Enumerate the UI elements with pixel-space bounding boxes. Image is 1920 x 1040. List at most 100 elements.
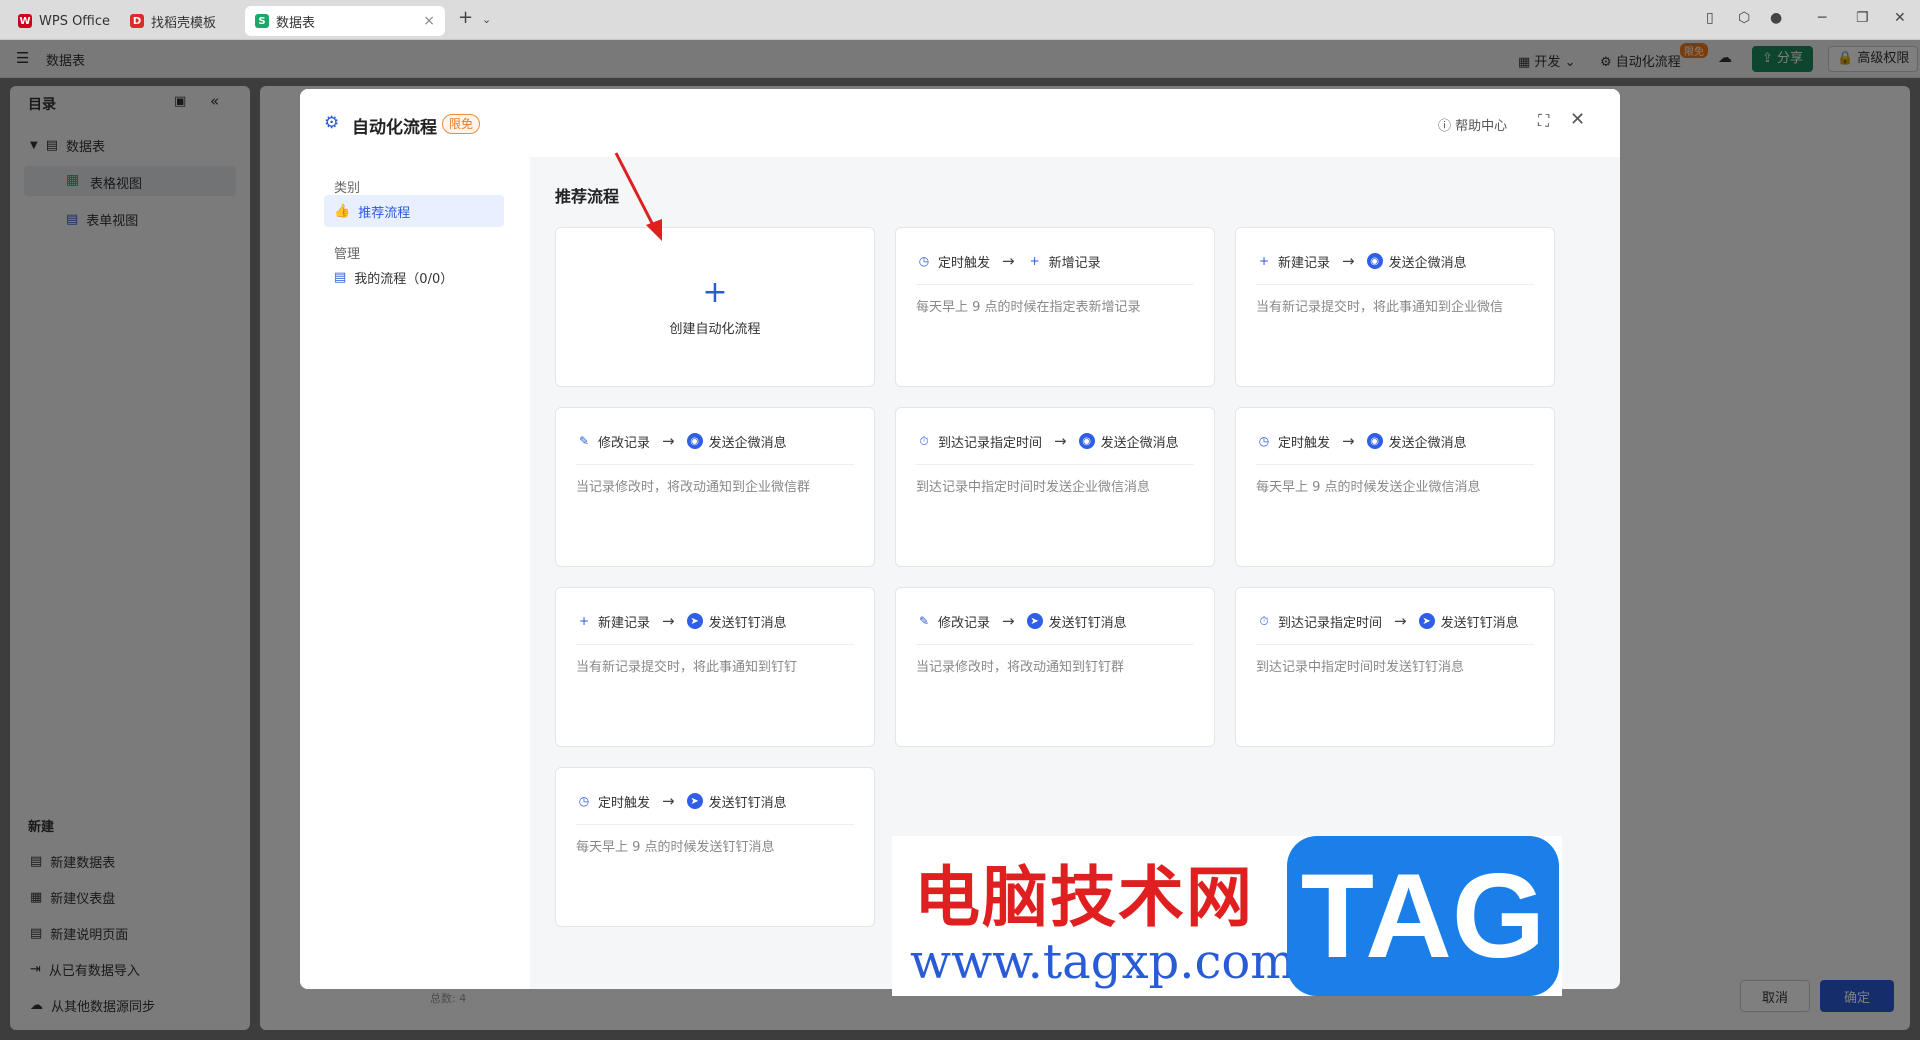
sidebar-item-recommended[interactable]: 👍 推荐流程: [324, 195, 504, 227]
plus-icon: +: [1029, 254, 1040, 268]
minimize-icon[interactable]: ─: [1818, 10, 1826, 26]
flow-template-card[interactable]: + 新建记录 → ➤ 发送钉钉消息 当有新记录提交时，将此事通知到钉钉: [555, 587, 875, 747]
arrow-right-icon: →: [1002, 612, 1015, 630]
arrow-right-icon: →: [662, 432, 675, 450]
action-label: 发送企微消息: [1388, 255, 1467, 271]
flow-template-card[interactable]: + 新建记录 → ◉ 发送企微消息 当有新记录提交时，将此事通知到企业微信: [1235, 227, 1555, 387]
dingtalk-icon: ➤: [686, 613, 703, 629]
trigger-label: 修改记录: [598, 435, 651, 451]
action-label: 发送企微消息: [1100, 435, 1179, 451]
card-description: 当有新记录提交时，将此事通知到钉钉: [576, 660, 798, 675]
tab-wps-office[interactable]: W WPS Office: [8, 6, 116, 36]
action-label: 发送企微消息: [708, 435, 787, 451]
card-description: 每天早上 9 点的时候发送企业微信消息: [1256, 480, 1481, 495]
trigger-label: 修改记录: [938, 615, 991, 631]
tab-label: 找稻壳模板: [151, 15, 217, 31]
my-flows-label: 我的流程（0/0）: [354, 271, 454, 287]
sidebar-item-my-flows[interactable]: ▤ 我的流程（0/0）: [324, 261, 504, 293]
trigger-label: 新建记录: [598, 615, 651, 631]
wecom-icon: ◉: [1366, 433, 1383, 449]
timer-icon: ⏱: [1259, 613, 1269, 628]
tab-datasheet[interactable]: S 数据表 ×: [245, 6, 445, 36]
card-header: ◷ 定时触发 → + 新增记录: [916, 250, 1194, 272]
fullscreen-icon[interactable]: ⛶: [1538, 111, 1549, 131]
arrow-right-icon: →: [662, 612, 675, 630]
card-description: 每天早上 9 点的时候发送钉钉消息: [576, 840, 775, 855]
new-tab-icon[interactable]: +: [458, 7, 473, 28]
help-label: 帮助中心: [1455, 119, 1508, 134]
plus-icon: +: [1258, 254, 1270, 268]
restore-icon[interactable]: ❐: [1856, 10, 1869, 26]
action-label: 发送钉钉消息: [708, 615, 787, 631]
help-center-link[interactable]: ⓘ 帮助中心: [1438, 115, 1507, 134]
watermark: 电脑技术网 www.tagxp.com TAG: [892, 836, 1562, 996]
flow-template-card[interactable]: ◷ 定时触发 → ◉ 发送企微消息 每天早上 9 点的时候发送企业微信消息: [1235, 407, 1555, 567]
flow-template-card[interactable]: ◷ 定时触发 → ➤ 发送钉钉消息 每天早上 9 点的时候发送钉钉消息: [555, 767, 875, 927]
avatar[interactable]: ●: [1770, 10, 1782, 26]
card-divider: [1256, 464, 1534, 465]
card-divider: [576, 824, 854, 825]
action-label: 新增记录: [1048, 255, 1101, 271]
card-description: 每天早上 9 点的时候在指定表新增记录: [916, 300, 1141, 315]
clock-icon: ◷: [1258, 434, 1270, 448]
card-description: 当记录修改时，将改动通知到钉钉群: [916, 660, 1125, 675]
plus-icon: +: [702, 274, 728, 310]
watermark-tag-logo: TAG: [1287, 836, 1559, 996]
card-description: 到达记录中指定时间时发送企业微信消息: [916, 480, 1151, 495]
card-description: 当有新记录提交时，将此事通知到企业微信: [1256, 300, 1504, 315]
chevron-down-icon[interactable]: ⌄: [482, 13, 491, 26]
card-header: ⏱ 到达记录指定时间 → ➤ 发送钉钉消息: [1256, 610, 1534, 632]
clock-icon: ◷: [578, 794, 590, 808]
tab-template[interactable]: D 找稻壳模板: [120, 6, 238, 36]
trigger-label: 新建记录: [1278, 255, 1331, 271]
flow-template-card[interactable]: ✎ 修改记录 → ➤ 发送钉钉消息 当记录修改时，将改动通知到钉钉群: [895, 587, 1215, 747]
card-divider: [576, 464, 854, 465]
wecom-icon: ◉: [1078, 433, 1095, 449]
card-header: ◷ 定时触发 → ➤ 发送钉钉消息: [576, 790, 854, 812]
robot-icon: ⚙: [324, 113, 340, 133]
close-dialog-icon[interactable]: ✕: [1570, 109, 1585, 130]
tab-label: 数据表: [276, 15, 316, 31]
card-header: ✎ 修改记录 → ➤ 发送钉钉消息: [916, 610, 1194, 632]
datasheet-logo-icon: S: [255, 14, 269, 28]
wps-logo-icon: W: [18, 14, 32, 28]
docer-logo-icon: D: [130, 14, 144, 28]
cube-icon[interactable]: ⬡: [1738, 10, 1750, 26]
card-header: ✎ 修改记录 → ◉ 发送企微消息: [576, 430, 854, 452]
watermark-url: www.tagxp.com: [910, 934, 1296, 990]
arrow-right-icon: →: [1342, 432, 1355, 450]
action-label: 发送钉钉消息: [1440, 615, 1519, 631]
dingtalk-icon: ➤: [1418, 613, 1435, 629]
browser-tab-bar: W WPS Office D 找稻壳模板 S 数据表 × + ⌄ ▯ ⬡ ● ─…: [0, 0, 1920, 40]
pencil-icon: ✎: [578, 434, 590, 448]
timer-icon: ⏱: [919, 433, 929, 448]
wecom-icon: ◉: [686, 433, 703, 449]
close-window-icon[interactable]: ✕: [1894, 10, 1906, 26]
flow-template-card[interactable]: ⏱ 到达记录指定时间 → ◉ 发送企微消息 到达记录中指定时间时发送企业微信消息: [895, 407, 1215, 567]
card-header: + 新建记录 → ◉ 发送企微消息: [1256, 250, 1534, 272]
card-divider: [916, 284, 1194, 285]
arrow-right-icon: →: [1394, 612, 1407, 630]
card-header: + 新建记录 → ➤ 发送钉钉消息: [576, 610, 854, 632]
card-description: 到达记录中指定时间时发送钉钉消息: [1256, 660, 1465, 675]
dialog-header: ⚙ 自动化流程 限免 ⓘ 帮助中心 ⛶ ✕: [300, 89, 1620, 157]
trigger-label: 定时触发: [598, 795, 651, 811]
action-label: 发送钉钉消息: [708, 795, 787, 811]
trigger-label: 到达记录指定时间: [938, 435, 1043, 451]
card-description: 当记录修改时，将改动通知到企业微信群: [576, 480, 811, 495]
dialog-sidebar: 类别 👍 推荐流程 管理 ▤ 我的流程（0/0）: [300, 157, 530, 989]
flow-template-card[interactable]: ✎ 修改记录 → ◉ 发送企微消息当记录修改时，将改动通知到企业微信群: [555, 407, 875, 567]
card-header: ◷ 定时触发 → ◉ 发送企微消息: [1256, 430, 1534, 452]
close-tab-icon[interactable]: ×: [423, 13, 435, 29]
tab-label: WPS Office: [39, 13, 111, 29]
layout-icon[interactable]: ▯: [1706, 10, 1714, 26]
document-icon: ▤: [334, 269, 347, 285]
create-automation-card[interactable]: + 创建自动化流程: [555, 227, 875, 387]
flow-template-card[interactable]: ◷ 定时触发 → + 新增记录 每天早上 9 点的时候在指定表新增记录: [895, 227, 1215, 387]
flow-template-card[interactable]: ⏱ 到达记录指定时间 → ➤ 发送钉钉消息 到达记录中指定时间时发送钉钉消息: [1235, 587, 1555, 747]
card-divider: [576, 644, 854, 645]
dialog-title: 自动化流程: [352, 118, 437, 138]
annotation-arrow: [614, 152, 662, 241]
dingtalk-icon: ➤: [1026, 613, 1043, 629]
manage-label: 管理: [334, 247, 361, 262]
